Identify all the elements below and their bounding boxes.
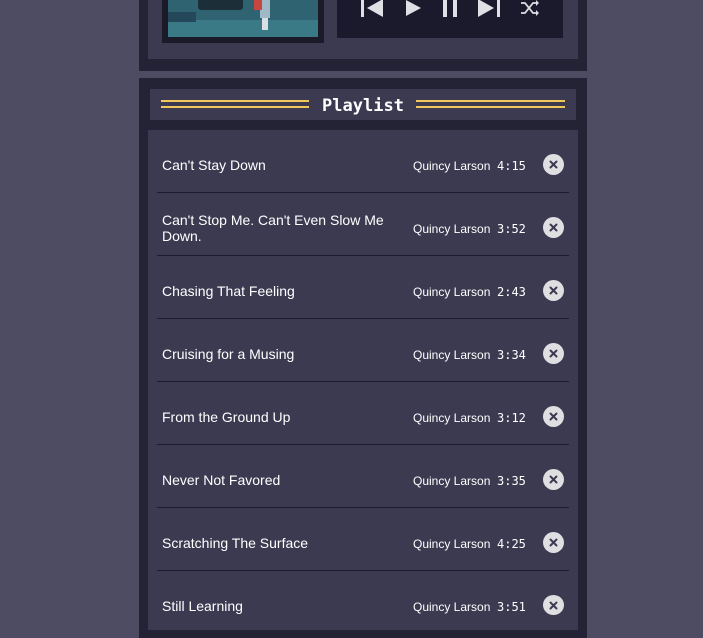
playlist-song[interactable]: Cruising for a Musing Quincy Larson 3:34 — [157, 319, 569, 382]
delete-song-button[interactable] — [543, 469, 564, 490]
playlist-song[interactable]: Scratching The Surface Quincy Larson 4:2… — [157, 508, 569, 571]
song-title: From the Ground Up — [162, 409, 291, 425]
song-artist: Quincy Larson — [413, 537, 491, 551]
pause-button[interactable] — [437, 0, 463, 20]
song-duration: 4:25 — [497, 537, 526, 551]
skip-next-icon — [478, 0, 500, 17]
shuffle-icon — [521, 0, 539, 16]
song-artist: Quincy Larson — [413, 348, 491, 362]
previous-button[interactable] — [358, 0, 386, 20]
song-title: Can't Stay Down — [162, 157, 266, 173]
song-title: Can't Stop Me. Can't Even Slow Me Down. — [162, 212, 384, 244]
pause-icon — [443, 0, 457, 17]
play-button[interactable] — [400, 0, 426, 20]
delete-song-button[interactable] — [543, 343, 564, 364]
delete-song-button[interactable] — [543, 406, 564, 427]
close-icon — [549, 475, 558, 484]
song-duration: 3:51 — [497, 600, 526, 614]
header-decoration-line — [416, 106, 565, 108]
song-title: Never Not Favored — [162, 472, 281, 488]
song-duration: 2:43 — [497, 285, 526, 299]
close-icon — [549, 601, 558, 609]
header-decoration-line — [416, 100, 565, 102]
song-artist: Quincy Larson — [413, 474, 491, 488]
playlist-song[interactable]: Can't Stay Down Quincy Larson 4:15 — [157, 130, 569, 193]
album-art — [168, 0, 318, 37]
header-decoration-line — [161, 106, 309, 108]
song-artist: Quincy Larson — [413, 222, 491, 236]
delete-song-button[interactable] — [543, 595, 564, 615]
delete-song-button[interactable] — [543, 154, 564, 175]
song-duration: 3:52 — [497, 222, 526, 236]
close-icon — [549, 286, 558, 295]
playlist-song[interactable]: From the Ground Up Quincy Larson 3:12 — [157, 382, 569, 445]
close-icon — [549, 412, 558, 421]
delete-song-button[interactable] — [543, 280, 564, 301]
delete-song-button[interactable] — [543, 217, 564, 238]
playlist-title: Playlist — [322, 96, 404, 116]
song-artist: Quincy Larson — [413, 600, 491, 614]
playlist-song[interactable]: Still Learning Quincy Larson 3:51 — [157, 571, 569, 615]
song-duration: 4:15 — [497, 159, 526, 173]
playlist-song[interactable]: Can't Stop Me. Can't Even Slow Me Down. … — [157, 193, 569, 256]
song-duration: 3:34 — [497, 348, 526, 362]
song-title: Cruising for a Musing — [162, 346, 295, 362]
song-title: Still Learning — [162, 598, 243, 614]
playlist-song[interactable]: Chasing That Feeling Quincy Larson 2:43 — [157, 256, 569, 319]
close-icon — [549, 349, 558, 358]
song-artist: Quincy Larson — [413, 285, 491, 299]
song-duration: 3:12 — [497, 411, 526, 425]
song-title: Chasing That Feeling — [162, 283, 295, 299]
song-duration: 3:35 — [497, 474, 526, 488]
close-icon — [549, 538, 558, 547]
header-decoration-line — [161, 100, 309, 102]
song-title: Scratching The Surface — [162, 535, 309, 551]
playlist-song[interactable]: Never Not Favored Quincy Larson 3:35 — [157, 445, 569, 508]
close-icon — [549, 223, 558, 232]
play-icon — [406, 0, 421, 16]
song-artist: Quincy Larson — [413, 159, 491, 173]
next-button[interactable] — [475, 0, 503, 20]
delete-song-button[interactable] — [543, 532, 564, 553]
skip-previous-icon — [361, 0, 383, 17]
shuffle-button[interactable] — [518, 0, 542, 20]
song-artist: Quincy Larson — [413, 411, 491, 425]
close-icon — [549, 160, 558, 169]
